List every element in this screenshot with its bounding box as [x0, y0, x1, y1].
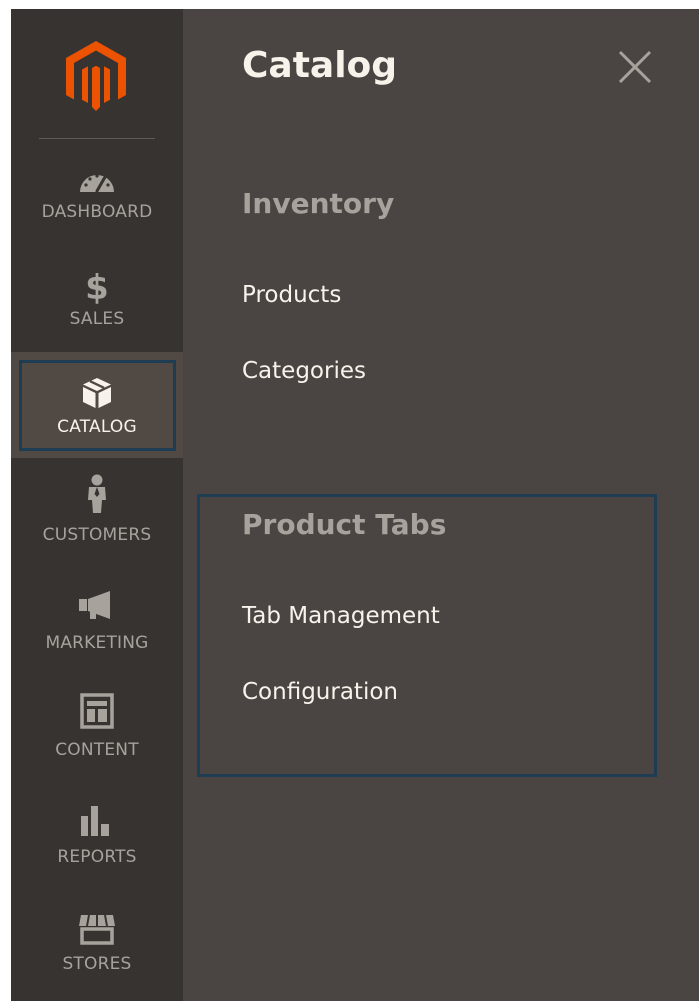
layout-icon	[80, 693, 114, 729]
storefront-icon	[77, 913, 117, 945]
catalog-submenu-panel: Catalog Inventory Products Categories Pr…	[183, 9, 699, 1001]
submenu-link-configuration[interactable]: Configuration	[242, 679, 398, 705]
sidebar-item-label: CUSTOMERS	[42, 525, 152, 545]
section-title: Inventory	[242, 187, 395, 220]
close-button[interactable]	[615, 47, 655, 87]
submenu-link-tab-management[interactable]: Tab Management	[242, 603, 440, 629]
speedometer-icon	[78, 168, 116, 194]
sidebar-item-label: CONTENT	[55, 740, 139, 760]
admin-app: DASHBOARD $ SALES CATALOG CUSTOMERS MARK…	[11, 9, 699, 1001]
close-icon	[618, 50, 652, 84]
dollar-icon: $	[85, 268, 109, 308]
bar-chart-icon	[79, 804, 115, 838]
sidebar-item-label: DASHBOARD	[41, 202, 153, 222]
submenu-link-products[interactable]: Products	[242, 282, 341, 308]
magento-logo-icon[interactable]	[64, 39, 128, 113]
sidebar-item-catalog[interactable]: CATALOG	[11, 352, 183, 458]
megaphone-icon	[76, 589, 118, 621]
sidebar-item-customers[interactable]: CUSTOMERS	[11, 464, 183, 570]
sidebar-item-dashboard[interactable]: DASHBOARD	[11, 150, 183, 256]
sidebar-item-label: SALES	[69, 309, 125, 329]
sidebar-item-label: STORES	[62, 954, 132, 974]
sidebar-item-reports[interactable]: REPORTS	[11, 784, 183, 890]
sidebar-item-stores[interactable]: STORES	[11, 891, 183, 997]
person-icon	[84, 474, 110, 514]
sidebar-item-content[interactable]: CONTENT	[11, 678, 183, 784]
box-icon	[80, 376, 114, 410]
logo-divider	[39, 138, 155, 139]
sidebar-item-label: MARKETING	[45, 633, 149, 653]
sidebar-item-marketing[interactable]: MARKETING	[11, 571, 183, 677]
sidebar-item-label: CATALOG	[57, 417, 137, 437]
admin-sidebar: DASHBOARD $ SALES CATALOG CUSTOMERS MARK…	[11, 9, 183, 1001]
sidebar-item-label: REPORTS	[57, 847, 137, 867]
panel-title: Catalog	[242, 45, 398, 86]
section-title: Product Tabs	[242, 508, 447, 541]
submenu-link-categories[interactable]: Categories	[242, 358, 366, 384]
sidebar-item-sales[interactable]: $ SALES	[11, 256, 183, 362]
